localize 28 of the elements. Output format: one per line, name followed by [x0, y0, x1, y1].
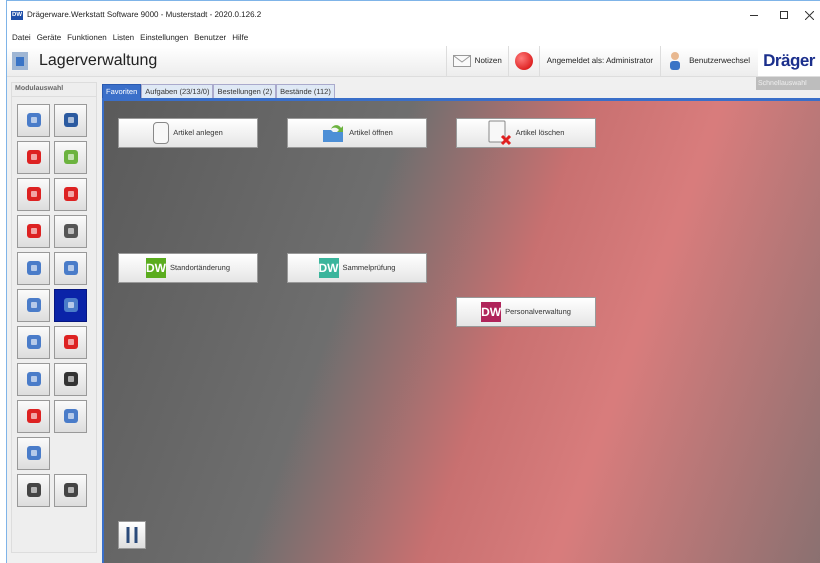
menu-item[interactable]: Datei — [12, 32, 31, 44]
menu-item[interactable]: Funktionen — [67, 32, 107, 44]
page-delete-icon — [488, 120, 512, 146]
window-title: Drägerware.Werkstatt Software 9000 - Musterstadt - 2020.0.126.2 — [27, 9, 262, 21]
dw-logo: DW — [146, 258, 166, 278]
menu-item[interactable]: Einstellungen — [140, 32, 188, 44]
menu-item[interactable]: Hilfe — [232, 32, 248, 44]
page-title: Lagerverwaltung — [39, 51, 158, 71]
envelope-icon — [452, 55, 471, 67]
notes-button[interactable]: Notizen — [446, 46, 508, 76]
module-button[interactable] — [54, 104, 87, 136]
user-icon — [669, 51, 682, 71]
login-status: Angemeldet als: Administrator — [538, 46, 660, 76]
dw-logo: DW — [318, 258, 339, 278]
menu-item[interactable]: Geräte — [36, 32, 62, 44]
module-button[interactable] — [54, 214, 87, 248]
status-light-icon — [514, 52, 533, 70]
module-button[interactable] — [54, 362, 87, 396]
blank-page-icon — [153, 122, 170, 144]
module-button[interactable] — [54, 474, 87, 506]
folder-icon — [321, 122, 346, 144]
close-icon[interactable] — [805, 10, 814, 20]
dw-logo: DW — [481, 302, 502, 322]
module-button[interactable] — [17, 474, 50, 506]
module-button[interactable] — [54, 288, 87, 322]
tools-button[interactable] — [118, 521, 146, 549]
menu-item[interactable]: Benutzer — [194, 32, 226, 44]
menu-item[interactable]: Listen — [112, 32, 134, 44]
